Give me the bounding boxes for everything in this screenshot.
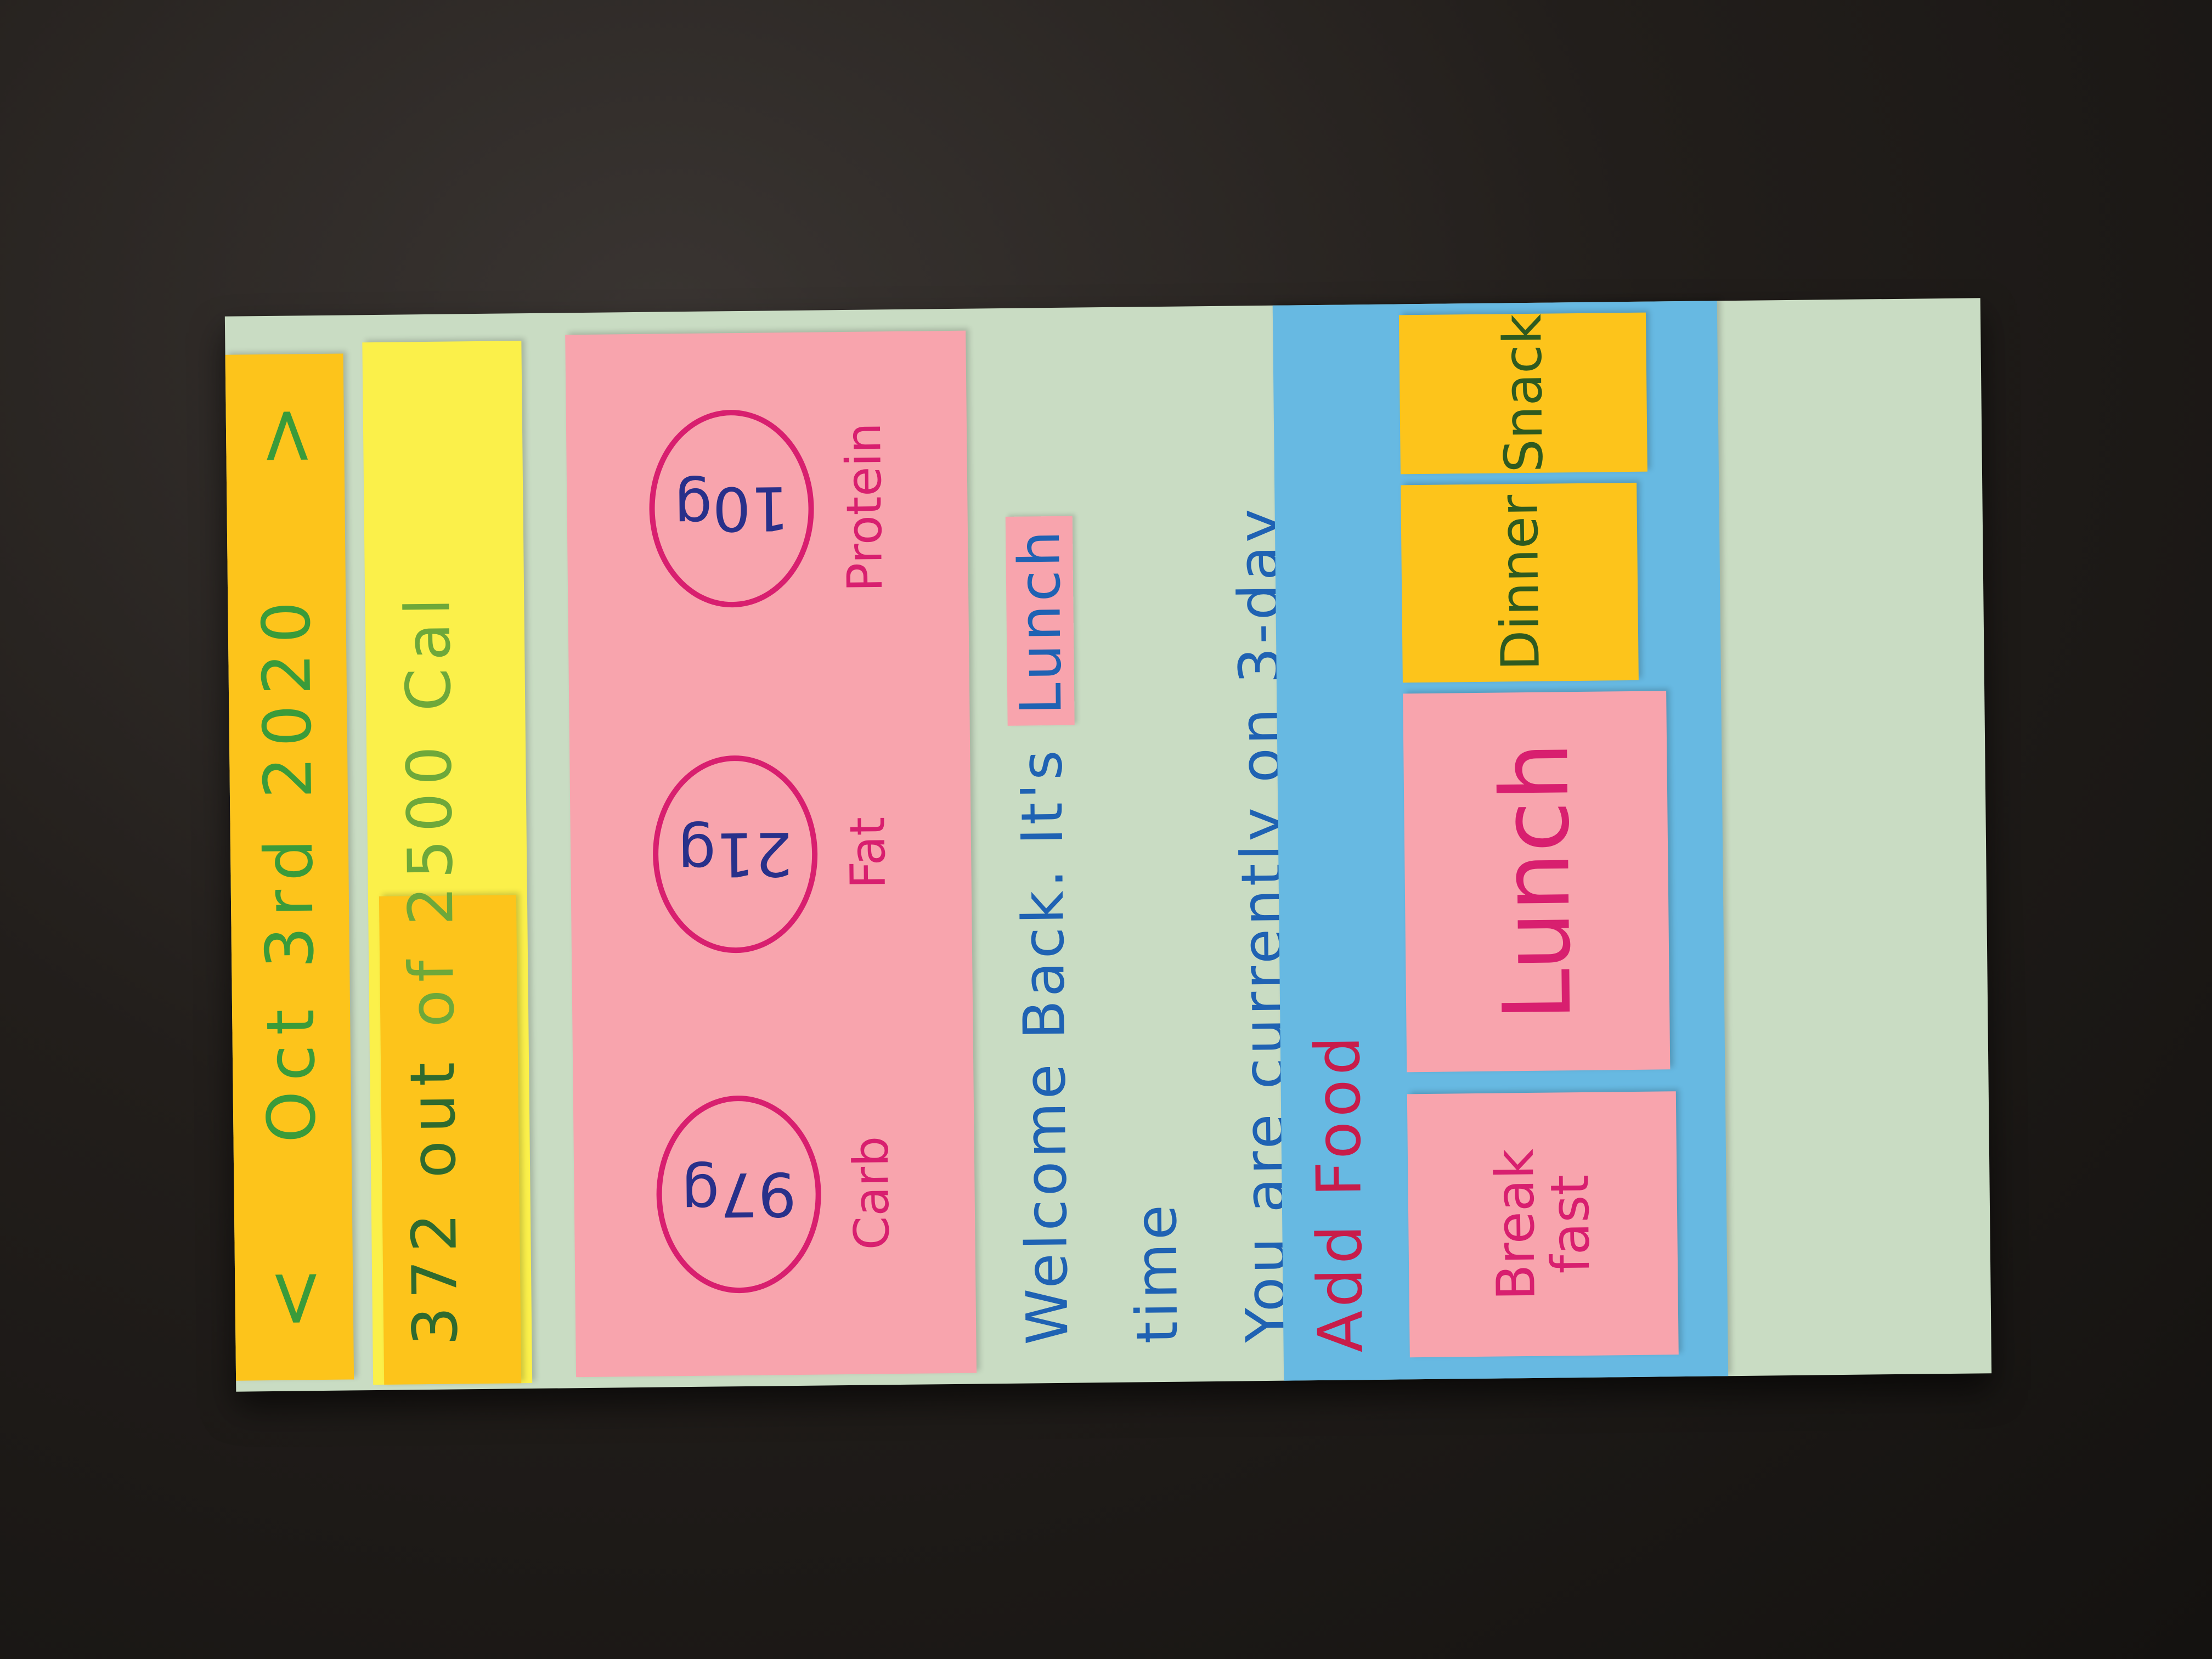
paper-prototype-card: < Oct 3rd 2020 > 372 out of 2500 Cal 97g… xyxy=(224,298,1992,1392)
macro-fat: 21g Fat xyxy=(635,737,897,970)
add-dinner-button[interactable]: Dinner xyxy=(1401,482,1639,683)
next-day-chevron-icon[interactable]: > xyxy=(240,403,330,469)
add-snack-button[interactable]: Snack xyxy=(1398,312,1647,475)
add-breakfast-button[interactable]: Break fast xyxy=(1407,1091,1679,1358)
macro-summary-panel: 97g Carb 21g Fat 10g Protein xyxy=(565,330,977,1378)
calories-goal: of 2500 Cal xyxy=(392,590,469,1055)
macro-circle: 10g xyxy=(648,409,815,608)
macro-label: Protein xyxy=(834,422,894,592)
macro-label: Carb xyxy=(842,1136,900,1250)
phone-screen: < Oct 3rd 2020 > 372 out of 2500 Cal 97g… xyxy=(225,298,1991,1391)
current-meal-badge: Lunch xyxy=(1005,516,1075,726)
welcome-line-1: Welcome Back. It's Lunch time xyxy=(983,356,1212,1345)
desk-background: < Oct 3rd 2020 > 372 out of 2500 Cal 97g… xyxy=(0,0,2212,1659)
add-food-title: Add Food xyxy=(1302,1031,1377,1353)
date-navigation-bar: < Oct 3rd 2020 > xyxy=(225,353,354,1381)
previous-day-chevron-icon[interactable]: < xyxy=(249,1266,338,1331)
macro-carb: 97g Carb xyxy=(639,1077,900,1311)
macro-protein: 10g Protein xyxy=(631,392,893,625)
current-date: Oct 3rd 2020 xyxy=(249,591,331,1143)
macro-circle: 21g xyxy=(652,754,819,954)
calories-consumed: 372 out xyxy=(397,1054,472,1346)
add-lunch-button[interactable]: Lunch xyxy=(1403,691,1671,1073)
calorie-summary: 372 out of 2500 Cal xyxy=(392,590,471,1346)
macro-label: Fat xyxy=(839,816,896,889)
macro-circle: 97g xyxy=(655,1094,822,1294)
